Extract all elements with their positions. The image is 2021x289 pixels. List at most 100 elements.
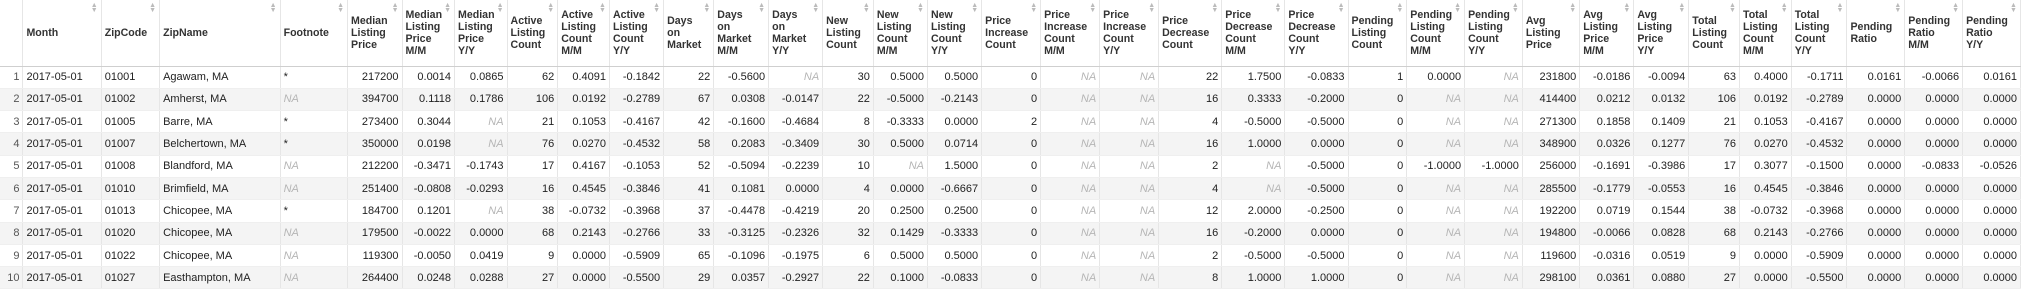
column-header-total-listing-count[interactable]: Total Listing Count ▲ ▼ <box>1688 0 1741 67</box>
sort-arrows-icon[interactable]: ▲ ▼ <box>392 2 399 14</box>
sort-arrows-icon[interactable]: ▲ ▼ <box>1396 2 1403 14</box>
sort-arrows-icon[interactable]: ▲ ▼ <box>1678 2 1685 14</box>
sort-arrows-icon[interactable]: ▲ ▼ <box>1569 2 1576 14</box>
table-row[interactable]: 3 2017-05-01 01005 Barre, MA * 273400 0.3044 NA… <box>0 110 2021 134</box>
cell-median-listing-price-m-m: 0.0248 <box>402 266 456 289</box>
column-header-row-number[interactable] <box>0 0 24 67</box>
column-header-total-listing-count-y-y[interactable]: Total Listing Count Y/Y ▲ ▼ <box>1791 0 1848 67</box>
cell-avg-listing-price-y-y: -0.0553 <box>1633 177 1690 201</box>
table-row[interactable]: 4 2017-05-01 01007 Belchertown, MA * 350000 0.… <box>0 132 2021 156</box>
sort-arrows-icon[interactable]: ▲ ▼ <box>337 2 344 14</box>
table-row[interactable]: 5 2017-05-01 01008 Blandford, MA NA 212200 -0.… <box>0 155 2021 178</box>
sort-arrows-icon[interactable]: ▲ ▼ <box>1894 2 1901 14</box>
cell-price-increase-count: 0 <box>981 66 1042 89</box>
sort-arrows-icon[interactable]: ▲ ▼ <box>1211 2 1218 14</box>
column-header-price-increase-count-m-m[interactable]: Price Increase Count M/M ▲ ▼ <box>1040 0 1101 67</box>
column-header-pending-listing-count[interactable]: Pending Listing Count ▲ ▼ <box>1348 0 1408 67</box>
sort-arrows-icon[interactable]: ▲ ▼ <box>1454 2 1461 14</box>
column-header-footnote[interactable]: Footnote ▲ ▼ <box>280 0 349 67</box>
cell-median-listing-price-m-m: 0.3044 <box>402 110 456 134</box>
column-header-price-increase-count-y-y[interactable]: Price Increase Count Y/Y ▲ ▼ <box>1099 0 1160 67</box>
column-header-price-increase-count[interactable]: Price Increase Count ▲ ▼ <box>981 0 1042 67</box>
column-header-days-on-market-y-y[interactable]: Days on Market Y/Y ▲ ▼ <box>768 0 824 67</box>
sort-arrows-icon[interactable]: ▲ ▼ <box>863 2 870 14</box>
table-row[interactable]: 9 2017-05-01 01022 Chicopee, MA NA 119300 -0.0… <box>0 244 2021 268</box>
column-header-month[interactable]: Month ▲ ▼ <box>22 0 102 67</box>
sort-arrows-icon[interactable]: ▲ ▼ <box>2010 2 2017 14</box>
cell-price-decrease-count: 8 <box>1158 266 1223 289</box>
column-header-pending-ratio[interactable]: Pending Ratio ▲ ▼ <box>1846 0 1906 67</box>
sort-arrows-icon[interactable]: ▲ ▼ <box>149 2 156 14</box>
column-header-active-listing-count-y-y[interactable]: Active Listing Count Y/Y ▲ ▼ <box>609 0 665 67</box>
cell-avg-listing-price-y-y: -0.0094 <box>1633 66 1690 89</box>
column-header-total-listing-count-m-m[interactable]: Total Listing Count M/M ▲ ▼ <box>1739 0 1792 67</box>
sort-arrows-icon[interactable]: ▲ ▼ <box>1089 2 1096 14</box>
column-header-pending-ratio-y-y[interactable]: Pending Ratio Y/Y ▲ ▼ <box>1962 0 2021 67</box>
column-header-zipcode[interactable]: ZipCode ▲ ▼ <box>101 0 161 67</box>
cell-pending-listing-count-y-y: NA <box>1464 110 1523 134</box>
column-header-avg-listing-price-y-y[interactable]: Avg Listing Price Y/Y ▲ ▼ <box>1633 0 1690 67</box>
sort-arrows-icon[interactable]: ▲ ▼ <box>547 2 554 14</box>
table-row[interactable]: 2 2017-05-01 01002 Amherst, MA NA 394700 0.111… <box>0 88 2021 112</box>
column-header-new-listing-count[interactable]: New Listing Count ▲ ▼ <box>822 0 874 67</box>
table-row[interactable]: 7 2017-05-01 01013 Chicopee, MA * 184700 0.120… <box>0 199 2021 223</box>
column-header-median-listing-price[interactable]: Median Listing Price ▲ ▼ <box>347 0 403 67</box>
table-row[interactable]: 6 2017-05-01 01010 Brimfield, MA NA 251400 -0.… <box>0 177 2021 201</box>
column-header-days-on-market-m-m[interactable]: Days on Market M/M ▲ ▼ <box>713 0 770 67</box>
column-header-zipname[interactable]: ZipName ▲ ▼ <box>159 0 281 67</box>
cell-pending-ratio-m-m: -0.0066 <box>1904 66 1964 89</box>
sort-arrows-icon[interactable]: ▲ ▼ <box>1952 2 1959 14</box>
sort-arrows-icon[interactable]: ▲ ▼ <box>497 2 504 14</box>
column-header-pending-ratio-m-m[interactable]: Pending Ratio M/M ▲ ▼ <box>1904 0 1964 67</box>
sort-arrows-icon[interactable]: ▲ ▼ <box>758 2 765 14</box>
cell-month: 2017-05-01 <box>22 110 102 134</box>
table-row[interactable]: 1 2017-05-01 01001 Agawam, MA * 217200 0.0014 0… <box>0 66 2021 89</box>
sort-arrows-icon[interactable]: ▲ ▼ <box>1781 2 1788 14</box>
column-header-avg-listing-price-m-m[interactable]: Avg Listing Price M/M ▲ ▼ <box>1579 0 1635 67</box>
cell-pending-ratio-m-m: 0.0000 <box>1904 88 1964 112</box>
sort-arrows-icon[interactable]: ▲ ▼ <box>1148 2 1155 14</box>
column-header-days-on-market[interactable]: Days on Market ▲ ▼ <box>663 0 715 67</box>
column-header-price-decrease-count-y-y[interactable]: Price Decrease Count Y/Y ▲ ▼ <box>1284 0 1349 67</box>
sort-arrows-icon[interactable]: ▲ ▼ <box>1836 2 1844 14</box>
sort-arrows-icon[interactable]: ▲ ▼ <box>917 2 924 14</box>
sort-arrows-icon[interactable]: ▲ ▼ <box>1623 2 1630 14</box>
sort-arrows-icon[interactable]: ▲ ▼ <box>91 2 98 14</box>
sort-arrows-icon[interactable]: ▲ ▼ <box>1729 2 1736 14</box>
column-header-price-decrease-count-m-m[interactable]: Price Decrease Count M/M ▲ ▼ <box>1221 0 1286 67</box>
sort-arrows-icon[interactable]: ▲ ▼ <box>703 2 710 14</box>
sort-arrows-icon[interactable]: ▲ ▼ <box>1274 2 1281 14</box>
column-header-new-listing-count-y-y[interactable]: New Listing Count Y/Y ▲ ▼ <box>927 0 983 67</box>
column-header-pending-listing-count-m-m[interactable]: Pending Listing Count M/M ▲ ▼ <box>1406 0 1466 67</box>
table-row[interactable]: 10 2017-05-01 01027 Easthampton, MA NA 264400… <box>0 266 2021 289</box>
sort-arrows-icon[interactable]: ▲ ▼ <box>971 2 978 14</box>
cell-median-listing-price: 179500 <box>347 222 403 245</box>
column-header-label: ZipName <box>163 26 208 39</box>
column-header-label: Price Increase Count <box>985 14 1029 51</box>
sort-arrows-icon[interactable]: ▲ ▼ <box>653 2 660 14</box>
cell-avg-listing-price-m-m: 0.0212 <box>1579 88 1635 112</box>
cell-price-increase-count: 0 <box>981 222 1042 245</box>
sort-arrows-icon[interactable]: ▲ ▼ <box>1338 2 1345 14</box>
sort-arrows-icon[interactable]: ▲ ▼ <box>1512 2 1519 14</box>
cell-avg-listing-price-y-y: 0.1544 <box>1633 199 1690 223</box>
column-header-avg-listing-price[interactable]: Avg Listing Price ▲ ▼ <box>1522 0 1581 67</box>
sort-arrows-icon[interactable]: ▲ ▼ <box>1030 2 1037 14</box>
cell-total-listing-count: 38 <box>1688 199 1741 223</box>
cell-active-listing-count-m-m: -0.0732 <box>557 199 610 223</box>
column-header-new-listing-count-m-m[interactable]: New Listing Count M/M ▲ ▼ <box>873 0 929 67</box>
sort-arrows-icon[interactable]: ▲ ▼ <box>270 2 277 14</box>
column-header-median-listing-price-m-m[interactable]: Median Listing Price M/M ▲ ▼ <box>402 0 456 67</box>
column-header-price-decrease-count[interactable]: Price Decrease Count ▲ ▼ <box>1158 0 1223 67</box>
column-header-median-listing-price-y-y[interactable]: Median Listing Price Y/Y ▲ ▼ <box>454 0 508 67</box>
row-number: 1 <box>0 66 24 89</box>
column-header-active-listing-count-m-m[interactable]: Active Listing Count M/M ▲ ▼ <box>557 0 610 67</box>
column-header-active-listing-count[interactable]: Active Listing Count ▲ ▼ <box>507 0 559 67</box>
table-row[interactable]: 8 2017-05-01 01020 Chicopee, MA NA 179500 -0.0… <box>0 222 2021 245</box>
sort-arrows-icon[interactable]: ▲ ▼ <box>812 2 819 14</box>
sort-arrows-icon[interactable]: ▲ ▼ <box>444 2 451 14</box>
sort-arrows-icon[interactable]: ▲ ▼ <box>599 2 606 14</box>
column-header-pending-listing-count-y-y[interactable]: Pending Listing Count Y/Y ▲ ▼ <box>1464 0 1523 67</box>
cell-days-on-market-y-y: -0.4684 <box>768 110 824 134</box>
column-header-label: Days on Market <box>667 14 702 51</box>
